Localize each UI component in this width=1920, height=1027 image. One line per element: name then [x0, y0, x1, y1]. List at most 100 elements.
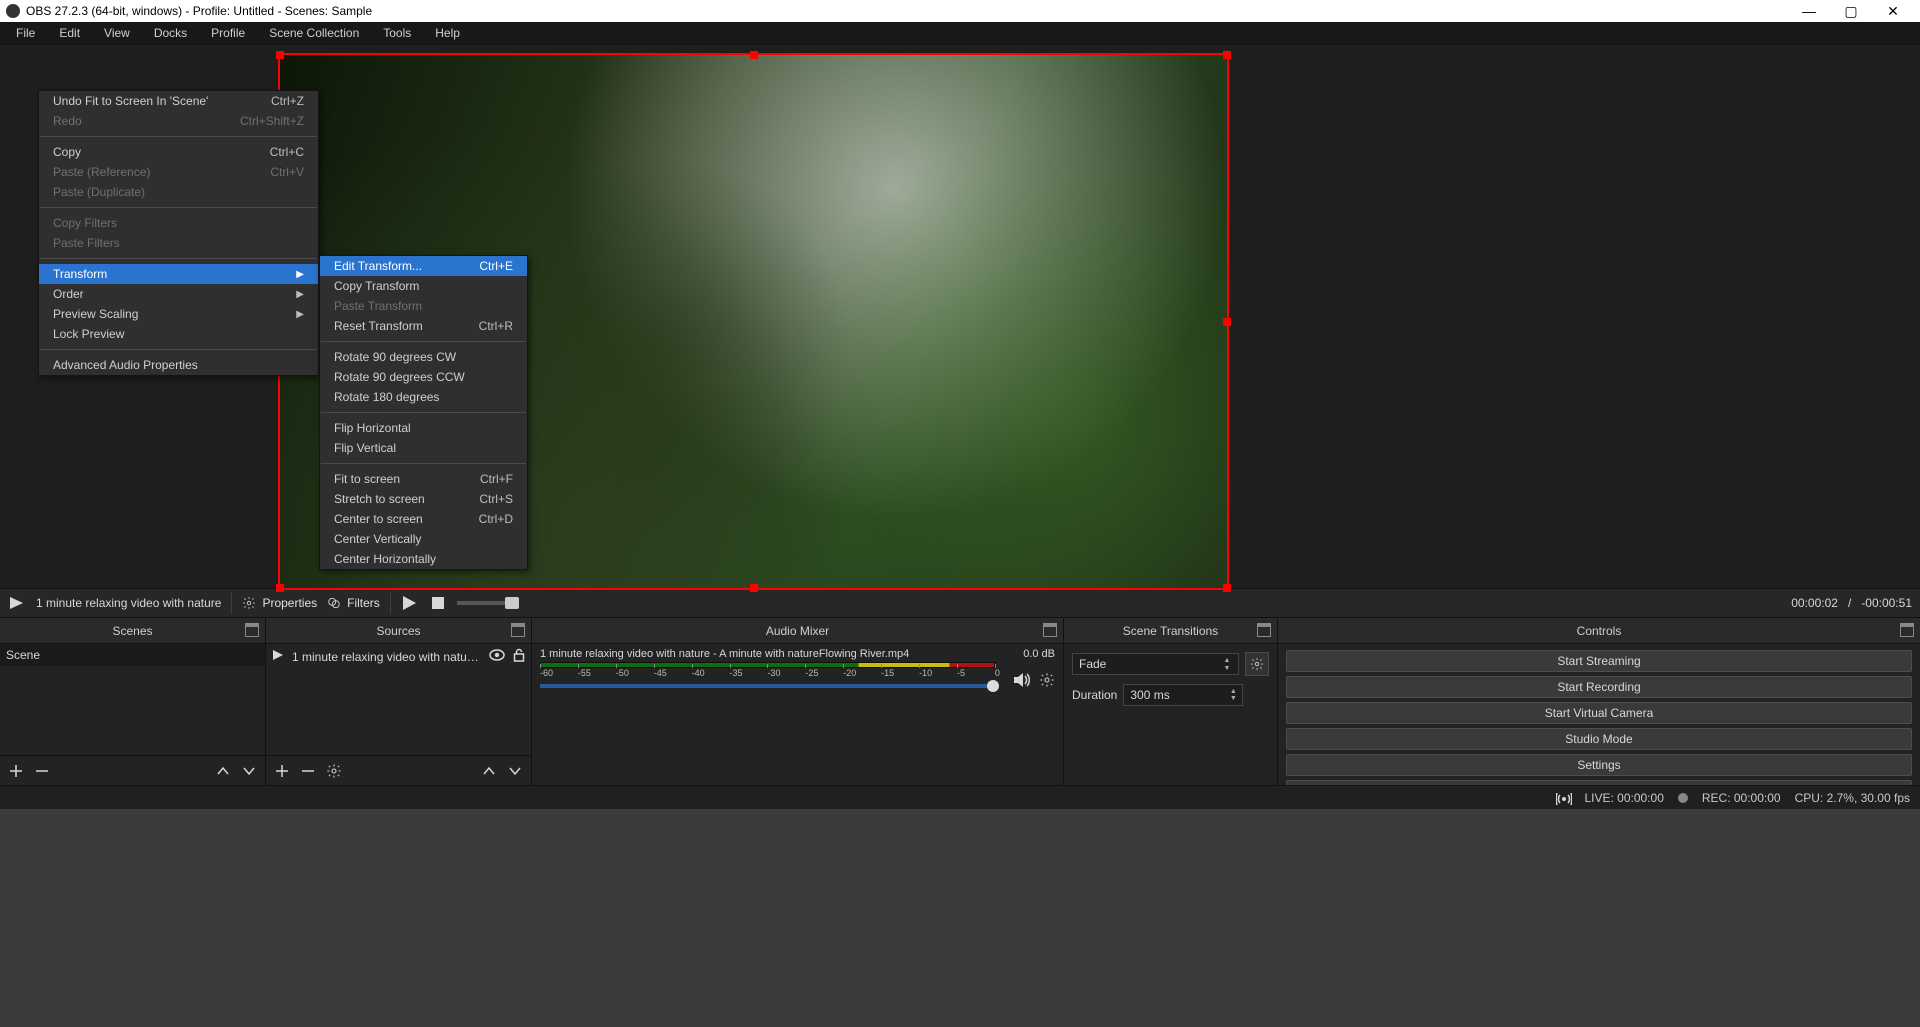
menu-scene-collection[interactable]: Scene Collection — [257, 23, 371, 43]
media-stop-button[interactable] — [429, 594, 447, 612]
edit-transform[interactable]: Transform▶ — [39, 264, 318, 284]
filters-button[interactable]: Filters — [327, 596, 380, 610]
undock-icon[interactable] — [245, 623, 259, 637]
transform-center-to-screen[interactable]: Center to screenCtrl+D — [320, 509, 527, 529]
exit-button[interactable]: Exit — [1286, 780, 1912, 785]
edit-undo[interactable]: Undo Fit to Screen In 'Scene'Ctrl+Z — [39, 91, 318, 111]
filters-icon — [327, 596, 341, 610]
source-item[interactable]: 1 minute relaxing video with nature - A … — [266, 644, 531, 669]
window-titlebar: OBS 27.2.3 (64-bit, windows) - Profile: … — [0, 0, 1920, 22]
edit-lock-preview[interactable]: Lock Preview — [39, 324, 318, 344]
properties-button[interactable]: Properties — [242, 596, 317, 610]
transform-flip-vertical[interactable]: Flip Vertical — [320, 438, 527, 458]
start-recording-button[interactable]: Start Recording — [1286, 676, 1912, 698]
move-source-down-button[interactable] — [507, 763, 523, 779]
edit-copy-filters: Copy Filters — [39, 213, 318, 233]
window-title: OBS 27.2.3 (64-bit, windows) - Profile: … — [26, 4, 1788, 18]
docks-row: Scenes Scene Sources 1 minute relaxing v… — [0, 618, 1920, 785]
window-minimize-button[interactable]: — — [1788, 3, 1830, 19]
menu-separator — [40, 136, 317, 137]
chevron-updown-icon: ▲▼ — [1220, 656, 1234, 672]
transform-flip-horizontal[interactable]: Flip Horizontal — [320, 418, 527, 438]
menu-file[interactable]: File — [4, 23, 47, 43]
menu-edit[interactable]: Edit — [47, 23, 92, 43]
menu-separator — [40, 349, 317, 350]
selection-handle-br[interactable] — [1223, 584, 1231, 592]
transform-center-horizontally[interactable]: Center Horizontally — [320, 549, 527, 569]
move-scene-up-button[interactable] — [215, 763, 231, 779]
transform-center-vertically[interactable]: Center Vertically — [320, 529, 527, 549]
selection-handle-tr[interactable] — [1223, 51, 1231, 59]
status-rec: REC: 00:00:00 — [1702, 791, 1781, 805]
transform-rotate-180[interactable]: Rotate 180 degrees — [320, 387, 527, 407]
speaker-icon[interactable] — [1013, 672, 1031, 691]
menu-docks[interactable]: Docks — [142, 23, 199, 43]
edit-order[interactable]: Order▶ — [39, 284, 318, 304]
selection-handle-bc[interactable] — [750, 584, 758, 592]
remove-scene-button[interactable] — [34, 763, 50, 779]
slider-thumb[interactable] — [505, 597, 519, 609]
visibility-eye-icon[interactable] — [489, 649, 505, 664]
add-source-button[interactable] — [274, 763, 290, 779]
add-scene-button[interactable] — [8, 763, 24, 779]
selection-handle-tc[interactable] — [750, 51, 758, 59]
scene-transitions-title: Scene Transitions — [1064, 618, 1277, 644]
transform-rotate-ccw[interactable]: Rotate 90 degrees CCW — [320, 367, 527, 387]
media-play-button[interactable] — [401, 594, 419, 612]
menu-separator — [321, 412, 526, 413]
studio-mode-button[interactable]: Studio Mode — [1286, 728, 1912, 750]
menu-tools[interactable]: Tools — [371, 23, 423, 43]
undock-icon[interactable] — [1900, 623, 1914, 637]
edit-preview-scaling[interactable]: Preview Scaling▶ — [39, 304, 318, 324]
no-source-icon — [8, 594, 26, 612]
menu-separator — [321, 463, 526, 464]
transform-reset[interactable]: Reset TransformCtrl+R — [320, 316, 527, 336]
audio-meter-ticks: -60-55-50-45-40-35-30-25-20-15-10-50 — [540, 668, 995, 678]
transform-rotate-cw[interactable]: Rotate 90 degrees CW — [320, 347, 527, 367]
selection-handle-tl[interactable] — [276, 51, 284, 59]
start-virtual-camera-button[interactable]: Start Virtual Camera — [1286, 702, 1912, 724]
window-maximize-button[interactable]: ▢ — [1830, 3, 1872, 20]
source-toolbar: 1 minute relaxing video with nature Prop… — [0, 588, 1920, 618]
transform-edit[interactable]: Edit Transform...Ctrl+E — [320, 256, 527, 276]
media-seek-slider[interactable] — [457, 601, 517, 605]
lock-icon[interactable] — [513, 648, 525, 665]
start-streaming-button[interactable]: Start Streaming — [1286, 650, 1912, 672]
move-scene-down-button[interactable] — [241, 763, 257, 779]
chevron-right-icon: ▶ — [296, 309, 304, 320]
undock-icon[interactable] — [1043, 623, 1057, 637]
undock-icon[interactable] — [511, 623, 525, 637]
scene-item[interactable]: Scene — [0, 644, 265, 666]
slider-thumb[interactable] — [987, 680, 999, 692]
audio-mixer-dock: Audio Mixer 1 minute relaxing video with… — [532, 618, 1064, 785]
selection-handle-mr[interactable] — [1223, 318, 1231, 326]
edit-paste-reference: Paste (Reference)Ctrl+V — [39, 162, 318, 182]
transition-select[interactable]: Fade ▲▼ — [1072, 653, 1239, 675]
transform-copy[interactable]: Copy Transform — [320, 276, 527, 296]
transform-fit-to-screen[interactable]: Fit to screenCtrl+F — [320, 469, 527, 489]
selected-source-label: 1 minute relaxing video with nature — [36, 596, 221, 610]
status-live: LIVE: 00:00:00 — [1584, 791, 1663, 805]
duration-stepper[interactable]: 300 ms ▲▼ — [1123, 684, 1243, 706]
transform-stretch-to-screen[interactable]: Stretch to screenCtrl+S — [320, 489, 527, 509]
mixer-track: 1 minute relaxing video with nature - A … — [532, 644, 1063, 690]
source-settings-button[interactable] — [326, 763, 342, 779]
undock-icon[interactable] — [1257, 623, 1271, 637]
separator — [231, 592, 232, 614]
window-close-button[interactable]: ✕ — [1872, 3, 1914, 20]
selection-handle-bl[interactable] — [276, 584, 284, 592]
menu-profile[interactable]: Profile — [199, 23, 257, 43]
media-time-remaining: -00:00:51 — [1861, 596, 1912, 610]
settings-button[interactable]: Settings — [1286, 754, 1912, 776]
edit-copy[interactable]: CopyCtrl+C — [39, 142, 318, 162]
menubar: File Edit View Docks Profile Scene Colle… — [0, 22, 1920, 45]
menu-help[interactable]: Help — [423, 23, 472, 43]
edit-advanced-audio[interactable]: Advanced Audio Properties — [39, 355, 318, 375]
move-source-up-button[interactable] — [481, 763, 497, 779]
transition-settings-button[interactable] — [1245, 652, 1269, 676]
volume-slider[interactable] — [540, 684, 995, 688]
menu-separator — [40, 258, 317, 259]
track-settings-button[interactable] — [1039, 672, 1055, 691]
menu-view[interactable]: View — [92, 23, 142, 43]
status-bar: LIVE: 00:00:00 REC: 00:00:00 CPU: 2.7%, … — [0, 785, 1920, 809]
